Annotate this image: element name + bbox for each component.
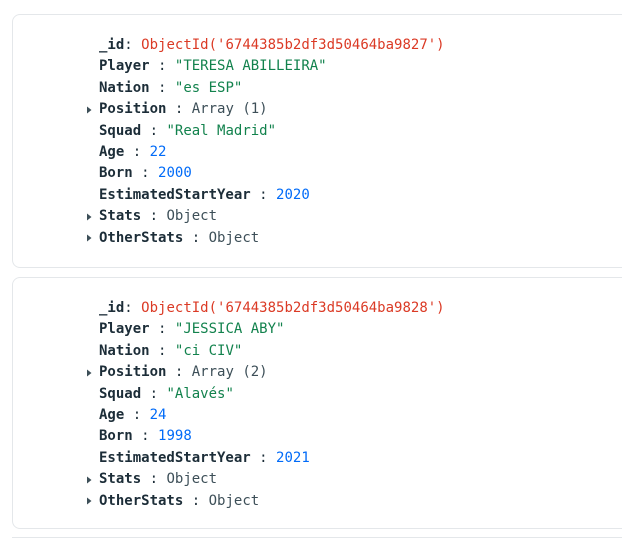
field-key: OtherStats <box>99 229 184 246</box>
field-value: Array (2) <box>191 364 268 381</box>
document-fields: _id: ObjectId('6744385b2df3d50464ba9827'… <box>87 35 445 249</box>
field-nation: Nation : "ci CIV" <box>99 341 445 362</box>
field-age: Age : 24 <box>99 405 445 426</box>
field-separator: : <box>191 492 201 509</box>
field-separator: : <box>132 406 142 423</box>
field-separator: : <box>124 37 133 53</box>
document-card[interactable]: _id: ObjectId('6744385b2df3d50464ba9827'… <box>12 14 622 268</box>
field-separator: : <box>158 79 167 96</box>
field-separator: : <box>174 364 184 381</box>
field-separator: : <box>158 58 167 75</box>
field-player: Player : "TERESA ABILLEIRA" <box>99 56 445 77</box>
field-key: Stats <box>99 471 142 488</box>
field-other-stats[interactable]: OtherStats : Object <box>87 228 445 249</box>
field-player: Player : "JESSICA ABY" <box>99 319 445 340</box>
field-value: Object <box>208 492 260 509</box>
field-position[interactable]: Position : Array (1) <box>87 99 445 120</box>
field-value: 24 <box>149 406 167 423</box>
field-separator: : <box>149 471 159 488</box>
field-key: Age <box>99 406 125 423</box>
field-value: 2020 <box>276 186 310 203</box>
field-squad: Squad : "Alavés" <box>99 384 445 405</box>
field-value: ObjectId('6744385b2df3d50464ba9828') <box>141 300 445 316</box>
field-separator: : <box>174 101 184 118</box>
caret-right-icon[interactable] <box>84 362 94 383</box>
document-fields: _id: ObjectId('6744385b2df3d50464ba9828'… <box>87 298 445 512</box>
field-value: ObjectId('6744385b2df3d50464ba9827') <box>141 37 445 53</box>
field-value: 22 <box>149 143 167 160</box>
field-value: "JESSICA ABY" <box>174 321 285 338</box>
field-value: "TERESA ABILLEIRA" <box>174 58 327 75</box>
field-separator: : <box>149 122 159 139</box>
field-value: 2000 <box>158 165 192 182</box>
field-key: Position <box>99 101 167 118</box>
field-id: _id: ObjectId('6744385b2df3d50464ba9828'… <box>99 298 445 319</box>
field-value: Object <box>208 229 260 246</box>
field-born: Born : 2000 <box>99 163 445 184</box>
field-other-stats[interactable]: OtherStats : Object <box>87 491 445 512</box>
field-separator: : <box>149 385 159 402</box>
field-value: Object <box>166 471 218 488</box>
field-separator: : <box>259 186 268 203</box>
field-nation: Nation : "es ESP" <box>99 78 445 99</box>
field-key: Born <box>99 165 133 182</box>
caret-right-icon[interactable] <box>84 228 94 249</box>
field-key: _id <box>99 300 125 316</box>
field-separator: : <box>158 321 167 338</box>
field-value: 2021 <box>276 449 310 466</box>
field-separator: : <box>141 428 150 445</box>
field-key: Squad <box>99 122 142 139</box>
document-card[interactable]: _id: ObjectId('6744385b2df3d50464ba9828'… <box>12 277 622 529</box>
field-separator: : <box>124 300 133 316</box>
field-separator: : <box>132 143 142 160</box>
field-key: Position <box>99 364 167 381</box>
next-card-edge <box>12 537 622 538</box>
field-key: Player <box>99 321 150 338</box>
field-value: "Real Madrid" <box>166 122 277 139</box>
field-value: "Alavés" <box>166 385 234 402</box>
field-value: "ci CIV" <box>174 342 243 359</box>
field-key: Player <box>99 58 150 75</box>
field-key: _id <box>99 37 125 53</box>
field-separator: : <box>259 449 268 466</box>
field-stats[interactable]: Stats : Object <box>87 469 445 490</box>
field-key: Born <box>99 428 133 445</box>
field-squad: Squad : "Real Madrid" <box>99 121 445 142</box>
field-estimated-start-year: EstimatedStartYear : 2020 <box>99 185 445 206</box>
field-stats[interactable]: Stats : Object <box>87 206 445 227</box>
field-value: Object <box>166 208 218 225</box>
field-key: Age <box>99 143 125 160</box>
field-born: Born : 1998 <box>99 426 445 447</box>
field-estimated-start-year: EstimatedStartYear : 2021 <box>99 448 445 469</box>
caret-right-icon[interactable] <box>84 469 94 490</box>
field-key: OtherStats <box>99 492 184 509</box>
caret-right-icon[interactable] <box>84 491 94 512</box>
field-key: EstimatedStartYear <box>99 186 251 203</box>
caret-right-icon[interactable] <box>84 206 94 227</box>
field-separator: : <box>149 208 159 225</box>
field-separator: : <box>191 229 201 246</box>
caret-right-icon[interactable] <box>84 99 94 120</box>
field-key: Squad <box>99 385 142 402</box>
field-age: Age : 22 <box>99 142 445 163</box>
field-value: "es ESP" <box>174 79 243 96</box>
field-position[interactable]: Position : Array (2) <box>87 362 445 383</box>
field-key: EstimatedStartYear <box>99 449 251 466</box>
field-separator: : <box>158 342 167 359</box>
field-key: Stats <box>99 208 142 225</box>
field-separator: : <box>141 165 150 182</box>
field-id: _id: ObjectId('6744385b2df3d50464ba9827'… <box>99 35 445 56</box>
field-key: Nation <box>99 79 150 96</box>
field-key: Nation <box>99 342 150 359</box>
field-value: Array (1) <box>191 101 268 118</box>
field-value: 1998 <box>158 428 192 445</box>
